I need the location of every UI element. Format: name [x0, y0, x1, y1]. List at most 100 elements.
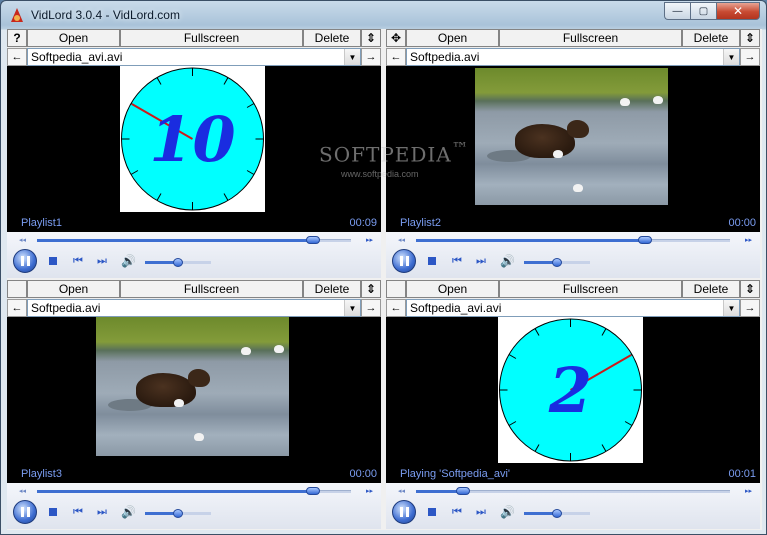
open-button[interactable]: Open: [406, 29, 499, 47]
delete-button[interactable]: Delete: [682, 29, 740, 47]
fullscreen-button[interactable]: Fullscreen: [120, 29, 303, 47]
bear-head: [188, 369, 210, 387]
stop-button[interactable]: [49, 508, 57, 516]
seek-forward-icon[interactable]: ▸▸: [745, 487, 752, 495]
delete-button[interactable]: Delete: [682, 280, 740, 298]
app-icon[interactable]: [9, 7, 25, 23]
volume-slider[interactable]: [524, 509, 590, 518]
pane-toolbar: ✥ Open Fullscreen Delete ⇕: [386, 29, 760, 48]
seek-back-icon[interactable]: ◂◂: [19, 487, 26, 495]
open-button[interactable]: Open: [27, 29, 120, 47]
file-select[interactable]: Softpedia.avi ▼: [27, 299, 361, 317]
time-display: 00:01: [728, 468, 756, 480]
stop-button[interactable]: [49, 257, 57, 265]
previous-icon[interactable]: ⏮: [452, 506, 462, 519]
seek-forward-icon[interactable]: ▸▸: [366, 236, 373, 244]
seek-forward-icon[interactable]: ▸▸: [745, 236, 752, 244]
seek-thumb[interactable]: [306, 236, 321, 244]
seek-bar[interactable]: [37, 487, 351, 495]
forward-arrow-icon[interactable]: →: [740, 48, 760, 66]
volume-icon[interactable]: 🔊: [500, 505, 515, 519]
blank-button[interactable]: [386, 280, 406, 298]
seek-back-icon[interactable]: ◂◂: [398, 487, 405, 495]
seek-bar[interactable]: [416, 236, 730, 244]
transport-controls: ◂◂ ▸▸ ⏮ ⏭ 🔊: [386, 483, 760, 529]
volume-slider[interactable]: [145, 509, 211, 518]
stop-button[interactable]: [428, 257, 436, 265]
playlist-label: Playlist3: [21, 468, 62, 480]
close-button[interactable]: ✕: [716, 2, 760, 20]
seek-thumb[interactable]: [638, 236, 653, 244]
move-icon[interactable]: ✥: [386, 29, 406, 47]
help-button[interactable]: ?: [7, 29, 27, 47]
video-frame: [96, 317, 289, 456]
caption-buttons: — ▢ ✕: [664, 2, 760, 20]
next-icon[interactable]: ⏭: [476, 255, 486, 268]
open-button[interactable]: Open: [406, 280, 499, 298]
window-title: VidLord 3.0.4 - VidLord.com: [31, 7, 180, 22]
seek-bar[interactable]: [416, 487, 730, 495]
seek-thumb[interactable]: [306, 487, 321, 495]
forward-arrow-icon[interactable]: →: [361, 299, 381, 317]
seek-back-icon[interactable]: ◂◂: [398, 236, 405, 244]
file-select[interactable]: Softpedia_avi.avi ▼: [406, 299, 740, 317]
back-arrow-icon[interactable]: ←: [7, 299, 27, 317]
swap-icon[interactable]: ⇕: [740, 29, 760, 47]
fullscreen-button[interactable]: Fullscreen: [499, 29, 682, 47]
gull: [194, 433, 204, 441]
delete-button[interactable]: Delete: [303, 29, 361, 47]
watermark-tm: ™: [451, 139, 470, 158]
swap-icon[interactable]: ⇕: [361, 280, 381, 298]
next-icon[interactable]: ⏭: [97, 506, 107, 519]
file-select[interactable]: Softpedia.avi ▼: [406, 48, 740, 66]
previous-icon[interactable]: ⏮: [73, 506, 83, 519]
chevron-down-icon[interactable]: ▼: [344, 300, 360, 316]
file-select[interactable]: Softpedia_avi.avi ▼: [27, 48, 361, 66]
pause-button[interactable]: [13, 249, 37, 273]
back-arrow-icon[interactable]: ←: [386, 48, 406, 66]
previous-icon[interactable]: ⏮: [73, 255, 83, 268]
minimize-button[interactable]: —: [664, 2, 690, 20]
volume-icon[interactable]: 🔊: [121, 254, 136, 268]
pause-button[interactable]: [392, 249, 416, 273]
fullscreen-button[interactable]: Fullscreen: [120, 280, 303, 298]
watermark-brand: SOFTPEDIA: [319, 142, 452, 167]
volume-slider[interactable]: [524, 258, 590, 267]
seek-back-icon[interactable]: ◂◂: [19, 236, 26, 244]
swap-icon[interactable]: ⇕: [361, 29, 381, 47]
file-name: Softpedia.avi: [31, 301, 101, 315]
volume-thumb[interactable]: [552, 509, 562, 518]
stop-button[interactable]: [428, 508, 436, 516]
volume-thumb[interactable]: [173, 509, 183, 518]
video-area[interactable]: Playlist3 00:00: [7, 317, 381, 483]
volume-thumb[interactable]: [173, 258, 183, 267]
forward-arrow-icon[interactable]: →: [740, 299, 760, 317]
chevron-down-icon[interactable]: ▼: [723, 300, 739, 316]
pause-button[interactable]: [392, 500, 416, 524]
maximize-button[interactable]: ▢: [690, 2, 716, 20]
next-icon[interactable]: ⏭: [476, 506, 486, 519]
title-bar[interactable]: VidLord 3.0.4 - VidLord.com — ▢ ✕: [1, 1, 766, 28]
seek-thumb[interactable]: [456, 487, 471, 495]
volume-icon[interactable]: 🔊: [500, 254, 515, 268]
volume-slider[interactable]: [145, 258, 211, 267]
player-pane-4: Open Fullscreen Delete ⇕ ← Softpedia_avi…: [386, 280, 760, 529]
chevron-down-icon[interactable]: ▼: [723, 49, 739, 65]
seek-bar[interactable]: [37, 236, 351, 244]
back-arrow-icon[interactable]: ←: [386, 299, 406, 317]
delete-button[interactable]: Delete: [303, 280, 361, 298]
video-area[interactable]: 2 Playing 'Softpedia_avi' 00:01: [386, 317, 760, 483]
previous-icon[interactable]: ⏮: [452, 255, 462, 268]
next-icon[interactable]: ⏭: [97, 255, 107, 268]
forward-arrow-icon[interactable]: →: [361, 48, 381, 66]
blank-button[interactable]: [7, 280, 27, 298]
pause-button[interactable]: [13, 500, 37, 524]
fullscreen-button[interactable]: Fullscreen: [499, 280, 682, 298]
swap-icon[interactable]: ⇕: [740, 280, 760, 298]
chevron-down-icon[interactable]: ▼: [344, 49, 360, 65]
open-button[interactable]: Open: [27, 280, 120, 298]
seek-forward-icon[interactable]: ▸▸: [366, 487, 373, 495]
volume-thumb[interactable]: [552, 258, 562, 267]
back-arrow-icon[interactable]: ←: [7, 48, 27, 66]
volume-icon[interactable]: 🔊: [121, 505, 136, 519]
